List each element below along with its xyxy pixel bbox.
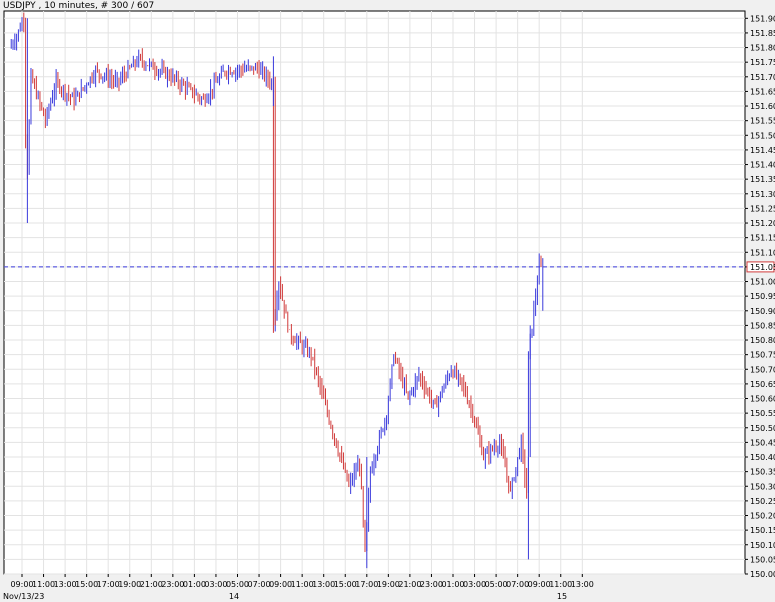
y-tick-label: 151.75 [750,58,775,67]
y-tick-label: 150.00 [750,570,775,579]
x-tick-label: 17:00 [355,580,378,589]
x-tick-label: 09:00 [528,580,551,589]
y-tick-label: 151.25 [750,204,775,213]
y-tick-label: 151.40 [750,161,775,170]
x-tick-label: 13:00 [312,580,335,589]
y-tick-label: 151.50 [750,131,775,140]
x-tick-label: 01:00 [441,580,464,589]
x-tick-label: 23:00 [161,580,184,589]
y-tick-label: 150.10 [750,541,775,550]
x-tick-label: 17:00 [97,580,120,589]
x-tick-label: 11:00 [291,580,314,589]
y-tick-label: 150.90 [750,307,775,316]
y-tick-label: 151.20 [750,219,775,228]
y-tick-label: 150.25 [750,497,775,506]
x-tick-label: 21:00 [398,580,421,589]
x-tick-label: 03:00 [463,580,486,589]
date-label: Nov/13/23 [3,592,44,601]
plot-area [3,10,746,575]
x-tick-label: 03:00 [204,580,227,589]
y-tick-label: 151.10 [750,248,775,257]
y-tick-label: 150.75 [750,351,775,360]
y-tick-label: 151.00 [750,278,775,287]
x-tick-label: 11:00 [549,580,572,589]
y-tick-label: 151.80 [750,44,775,53]
y-tick-label: 150.50 [750,424,775,433]
y-tick-label: 151.45 [750,146,775,155]
y-tick-label: 151.85 [750,29,775,38]
y-tick-label: 150.60 [750,395,775,404]
x-tick-label: 13:00 [54,580,77,589]
x-tick-label: 07:00 [506,580,529,589]
y-tick-label: 150.85 [750,321,775,330]
y-tick-label: 150.20 [750,512,775,521]
current-price-label: 151.05 [750,263,775,272]
x-tick-label: 07:00 [248,580,271,589]
price-chart: 151.90 151.85 151.80 151.75 151.70 151.65 151.… [3,1,775,601]
x-tick-label: 19:00 [118,580,141,589]
y-tick-label: 150.65 [750,380,775,389]
x-tick-label: 11:00 [32,580,55,589]
x-tick-label: 19:00 [377,580,400,589]
x-tick-label: 21:00 [140,580,163,589]
x-tick-label: 15:00 [75,580,98,589]
date-label: 15 [557,592,567,601]
y-tick-label: 150.80 [750,336,775,345]
x-tick-label: 01:00 [183,580,206,589]
x-tick-label: 05:00 [226,580,249,589]
x-axis: 09:0011:0013:0015:0017:0019:0021:0023:00… [3,574,594,601]
x-tick-label: 23:00 [420,580,443,589]
x-tick-label: 09:00 [269,580,292,589]
y-tick-label: 150.70 [750,365,775,374]
date-label: 14 [229,592,239,601]
y-tick-label: 150.15 [750,526,775,535]
y-tick-label: 150.95 [750,292,775,301]
y-tick-label: 151.65 [750,87,775,96]
y-tick-label: 150.45 [750,438,775,447]
y-axis: 151.90 151.85 151.80 151.75 151.70 151.65 151.… [745,14,775,579]
y-tick-label: 151.70 [750,73,775,82]
chart-header: USDJPY , 10 minutes, # 300 / 607 [3,1,154,11]
y-tick-label: 150.55 [750,409,775,418]
y-tick-label: 150.05 [750,555,775,564]
y-tick-label: 151.55 [750,117,775,126]
y-tick-label: 151.60 [750,102,775,111]
x-tick-label: 13:00 [571,580,594,589]
y-tick-label: 150.30 [750,482,775,491]
y-tick-label: 151.35 [750,175,775,184]
y-tick-label: 150.35 [750,468,775,477]
x-tick-label: 05:00 [485,580,508,589]
x-tick-label: 15:00 [334,580,357,589]
y-tick-label: 150.40 [750,453,775,462]
y-tick-label: 151.90 [750,14,775,23]
y-tick-label: 151.30 [750,190,775,199]
y-tick-label: 151.15 [750,234,775,243]
x-tick-label: 09:00 [10,580,33,589]
